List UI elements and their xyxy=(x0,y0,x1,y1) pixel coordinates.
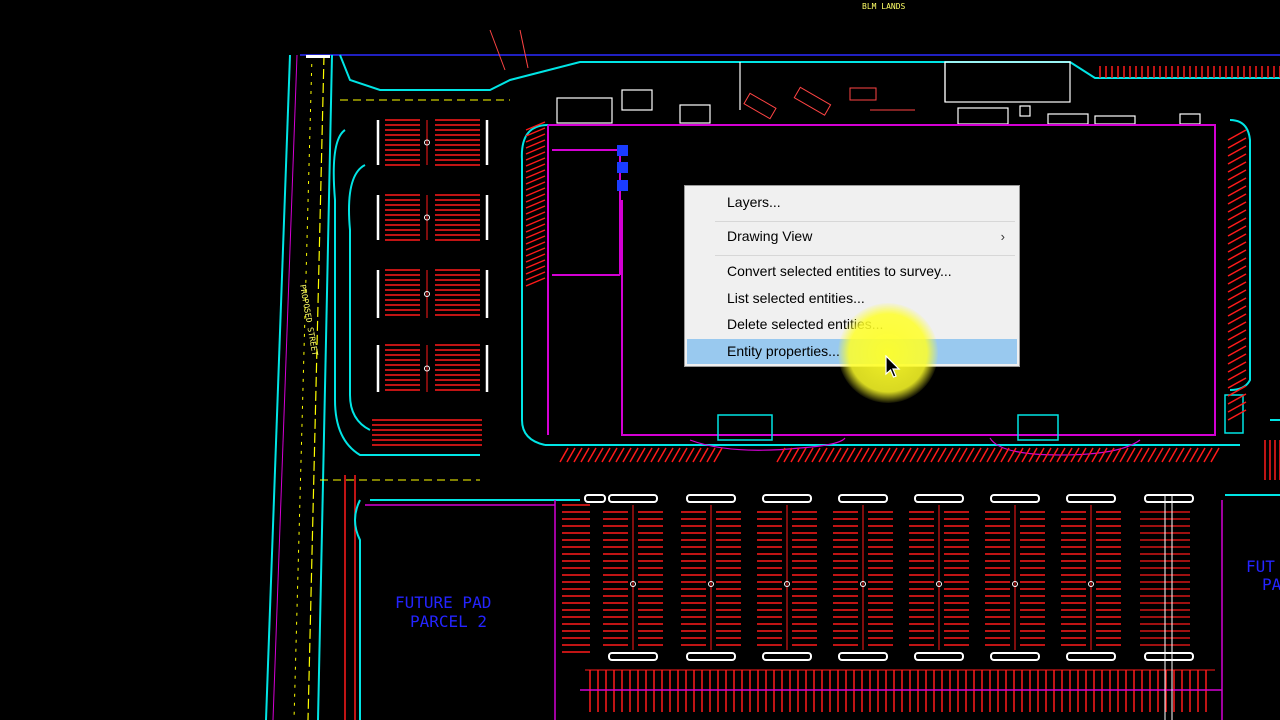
mouse-pointer-icon xyxy=(885,355,901,378)
menu-item-label: List selected entities... xyxy=(727,290,865,306)
chevron-right-icon: › xyxy=(1000,229,1005,244)
menu-item-label: Layers... xyxy=(727,194,781,210)
right-pad-label-1: FUT xyxy=(1246,557,1275,576)
proposed-street-label: PROPOSED STREET xyxy=(298,284,319,357)
menu-item-list-entities[interactable]: List selected entities... xyxy=(687,286,1017,311)
blm-lands-label: BLM LANDS xyxy=(862,2,906,11)
future-pad-label: FUTURE PAD xyxy=(395,593,491,612)
right-pad-label-2: PA xyxy=(1262,575,1280,594)
selection-grips xyxy=(617,145,628,191)
left-parking-lot xyxy=(372,119,489,446)
parcel-2-label: PARCEL 2 xyxy=(410,612,487,631)
menu-item-label: Convert selected entities to survey... xyxy=(727,263,952,279)
menu-item-convert-to-survey[interactable]: Convert selected entities to survey... xyxy=(687,259,1017,284)
menu-item-label: Drawing View xyxy=(727,228,813,244)
menu-item-layers[interactable]: Layers... xyxy=(687,190,1017,215)
cad-drawing-canvas[interactable]: PROPOSED STREET BLM LANDS FUTURE PAD PAR… xyxy=(0,0,1280,720)
context-menu: Layers... Drawing View › Convert selected… xyxy=(684,185,1020,367)
menu-item-drawing-view[interactable]: Drawing View › xyxy=(687,224,1017,249)
menu-separator xyxy=(715,221,1015,222)
menu-item-entity-properties[interactable]: Entity properties... xyxy=(687,339,1017,364)
menu-separator xyxy=(715,255,1015,256)
menu-item-label: Delete selected entities... xyxy=(727,316,884,332)
menu-item-label: Entity properties... xyxy=(727,343,840,359)
menu-item-delete-entities[interactable]: Delete selected entities... xyxy=(687,312,1017,337)
front-parking-lot xyxy=(562,494,1215,712)
top-structures xyxy=(556,61,1201,125)
loading-docks xyxy=(717,394,1244,441)
